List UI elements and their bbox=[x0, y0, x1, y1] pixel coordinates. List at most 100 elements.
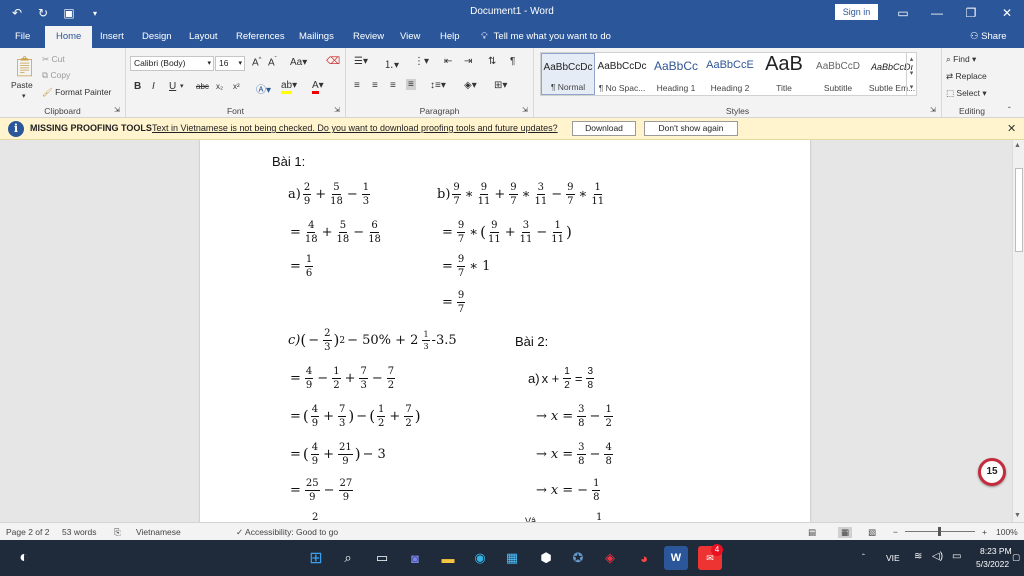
format-painter-button[interactable]: 🖌︎ Format Painter bbox=[42, 87, 111, 98]
align-center-icon[interactable]: ≡ bbox=[372, 80, 378, 91]
tab-home[interactable]: Home bbox=[45, 26, 93, 48]
tab-help[interactable]: Help bbox=[440, 26, 460, 48]
download-button[interactable]: Download bbox=[572, 121, 636, 136]
subscript-icon[interactable]: x₂ bbox=[216, 82, 223, 91]
font-size-combo[interactable]: 16 ▾ bbox=[215, 56, 245, 71]
style-normal[interactable]: AaBbCcDc ¶ Normal bbox=[541, 53, 595, 95]
borders-icon[interactable]: ⊞▾ bbox=[494, 80, 507, 91]
change-case-icon[interactable]: Aa▾ bbox=[290, 57, 307, 68]
highlight-icon[interactable]: ab▾ bbox=[281, 80, 297, 94]
style-subtitle[interactable]: AaBbCcD Subtitle bbox=[811, 53, 865, 95]
clear-formatting-icon[interactable]: ⌫ bbox=[326, 56, 340, 67]
language-indicator[interactable]: Vietnamese bbox=[136, 527, 181, 537]
grow-font-icon[interactable]: A^ bbox=[252, 57, 262, 68]
superscript-icon[interactable]: x² bbox=[233, 82, 240, 91]
minimize-icon[interactable]: — bbox=[920, 0, 954, 26]
style-no-spacing[interactable]: AaBbCcDc ¶ No Spac... bbox=[595, 53, 649, 95]
notifications-icon[interactable]: ▢ bbox=[1012, 552, 1020, 563]
align-right-icon[interactable]: ≡ bbox=[390, 80, 396, 91]
scrollbar-thumb[interactable] bbox=[1015, 168, 1023, 252]
show-paragraph-marks-icon[interactable]: ¶ bbox=[510, 56, 515, 67]
clock-date[interactable]: 5/3/2022 bbox=[976, 559, 1009, 569]
multilevel-list-icon[interactable]: ⋮▾ bbox=[414, 56, 429, 67]
close-notification-icon[interactable]: ✕ bbox=[1007, 122, 1016, 135]
style-heading-2[interactable]: AaBbCcE Heading 2 bbox=[703, 53, 757, 95]
share-button[interactable]: ⚇ Share bbox=[970, 26, 1007, 48]
cut-button[interactable]: ✂︎ Cut bbox=[42, 54, 65, 65]
tab-references[interactable]: References bbox=[236, 26, 285, 48]
shading-icon[interactable]: ◈▾ bbox=[464, 80, 477, 91]
scroll-up-icon[interactable]: ▲ bbox=[1014, 142, 1021, 149]
volume-icon[interactable]: ◁) bbox=[932, 551, 943, 562]
zoom-out-icon[interactable]: − bbox=[893, 527, 898, 537]
task-view-icon[interactable]: ▭ bbox=[370, 546, 394, 570]
collapse-ribbon-icon[interactable]: ˆ bbox=[1008, 106, 1011, 115]
mcafee-icon[interactable]: ◈ bbox=[598, 546, 622, 570]
zalo-icon[interactable]: ✪ bbox=[566, 546, 590, 570]
decrease-indent-icon[interactable]: ⇤ bbox=[444, 56, 452, 67]
zoom-in-icon[interactable]: + bbox=[982, 527, 987, 537]
underline-icon[interactable]: U bbox=[169, 81, 176, 92]
paragraph-launcher-icon[interactable]: ⇲ bbox=[522, 106, 528, 114]
font-launcher-icon[interactable]: ⇲ bbox=[334, 106, 340, 114]
floating-badge[interactable]: 15 bbox=[978, 458, 1006, 486]
word-icon[interactable]: W bbox=[664, 546, 688, 570]
app-icon[interactable]: ⬢ bbox=[534, 546, 558, 570]
paste-icon[interactable]: 📋︎ bbox=[12, 54, 37, 79]
input-language[interactable]: VIE bbox=[886, 553, 900, 563]
styles-launcher-icon[interactable]: ⇲ bbox=[930, 106, 936, 114]
tab-view[interactable]: View bbox=[400, 26, 420, 48]
search-icon[interactable]: ⌕ bbox=[336, 546, 360, 570]
paste-button[interactable]: Paste bbox=[11, 80, 33, 90]
chrome-icon[interactable]: ◕ bbox=[632, 546, 656, 570]
styles-scroll-icon[interactable]: ▴ ▾ ▾ bbox=[906, 53, 916, 95]
notification-link[interactable]: Text in Vietnamese is not being checked.… bbox=[152, 123, 558, 133]
bullets-icon[interactable]: ☰▾ bbox=[354, 56, 368, 67]
proofing-icon[interactable]: ⎘ bbox=[114, 527, 121, 538]
ribbon-display-options-icon[interactable]: ▭ bbox=[886, 0, 920, 26]
page-count[interactable]: Page 2 of 2 bbox=[6, 527, 49, 537]
file-explorer-icon[interactable]: ▬ bbox=[436, 546, 460, 570]
italic-icon[interactable]: I bbox=[152, 81, 155, 92]
search-bubble-icon[interactable]: ◐ bbox=[12, 546, 36, 570]
tab-insert[interactable]: Insert bbox=[100, 26, 124, 48]
edge-icon[interactable]: ◉ bbox=[468, 546, 492, 570]
find-button[interactable]: ⌕ Find ▾ bbox=[946, 54, 976, 65]
read-mode-icon[interactable]: ▤ bbox=[808, 527, 816, 538]
strikethrough-icon[interactable]: abc bbox=[196, 82, 209, 91]
tab-design[interactable]: Design bbox=[142, 26, 172, 48]
tell-me-search[interactable]: 💡︎ Tell me what you want to do bbox=[481, 26, 611, 48]
tab-mailings[interactable]: Mailings bbox=[299, 26, 334, 48]
start-icon[interactable]: ⊞ bbox=[304, 546, 328, 570]
web-layout-icon[interactable]: ▧ bbox=[868, 527, 876, 538]
document-page[interactable]: Bài 1: a) 29 + 5 18 − 13 = 4 18 + 5 18 − 61… bbox=[200, 140, 810, 522]
select-button[interactable]: ⬚ Select ▾ bbox=[946, 88, 987, 99]
zoom-level[interactable]: 100% bbox=[996, 527, 1018, 537]
numbering-icon[interactable]: ⒈▾ bbox=[384, 56, 399, 71]
clock-time[interactable]: 8:23 PM bbox=[980, 546, 1012, 556]
line-spacing-icon[interactable]: ↕≡▾ bbox=[430, 80, 446, 91]
tab-file[interactable]: File bbox=[15, 26, 30, 48]
tab-layout[interactable]: Layout bbox=[189, 26, 218, 48]
style-heading-1[interactable]: AaBbCc Heading 1 bbox=[649, 53, 703, 95]
wifi-icon[interactable]: ≋ bbox=[914, 551, 922, 562]
sign-in-button[interactable]: Sign in bbox=[835, 4, 878, 20]
copy-button[interactable]: ⧉ Copy bbox=[42, 70, 70, 81]
font-name-combo[interactable]: Calibri (Body) ▾ bbox=[130, 56, 214, 71]
dont-show-again-button[interactable]: Don't show again bbox=[644, 121, 738, 136]
tray-expand-icon[interactable]: ˆ bbox=[862, 552, 865, 562]
replace-button[interactable]: ⇄ Replace bbox=[946, 71, 987, 82]
word-count[interactable]: 53 words bbox=[62, 527, 97, 537]
print-layout-icon[interactable]: ▦ bbox=[838, 527, 853, 538]
restore-icon[interactable]: ❐ bbox=[954, 0, 988, 26]
clipboard-launcher-icon[interactable]: ⇲ bbox=[114, 106, 120, 114]
align-left-icon[interactable]: ≡ bbox=[354, 80, 360, 91]
zoom-slider-thumb[interactable] bbox=[938, 527, 941, 536]
underline-dropdown-icon[interactable]: ▾ bbox=[180, 82, 184, 90]
scroll-down-icon[interactable]: ▼ bbox=[1014, 512, 1021, 519]
text-effects-icon[interactable]: Ⓐ▾ bbox=[256, 81, 271, 96]
justify-icon[interactable]: ≡ bbox=[406, 79, 416, 90]
teams-chat-icon[interactable]: ◙ bbox=[403, 546, 427, 570]
tab-review[interactable]: Review bbox=[353, 26, 384, 48]
sort-icon[interactable]: ⇅ bbox=[488, 56, 496, 67]
